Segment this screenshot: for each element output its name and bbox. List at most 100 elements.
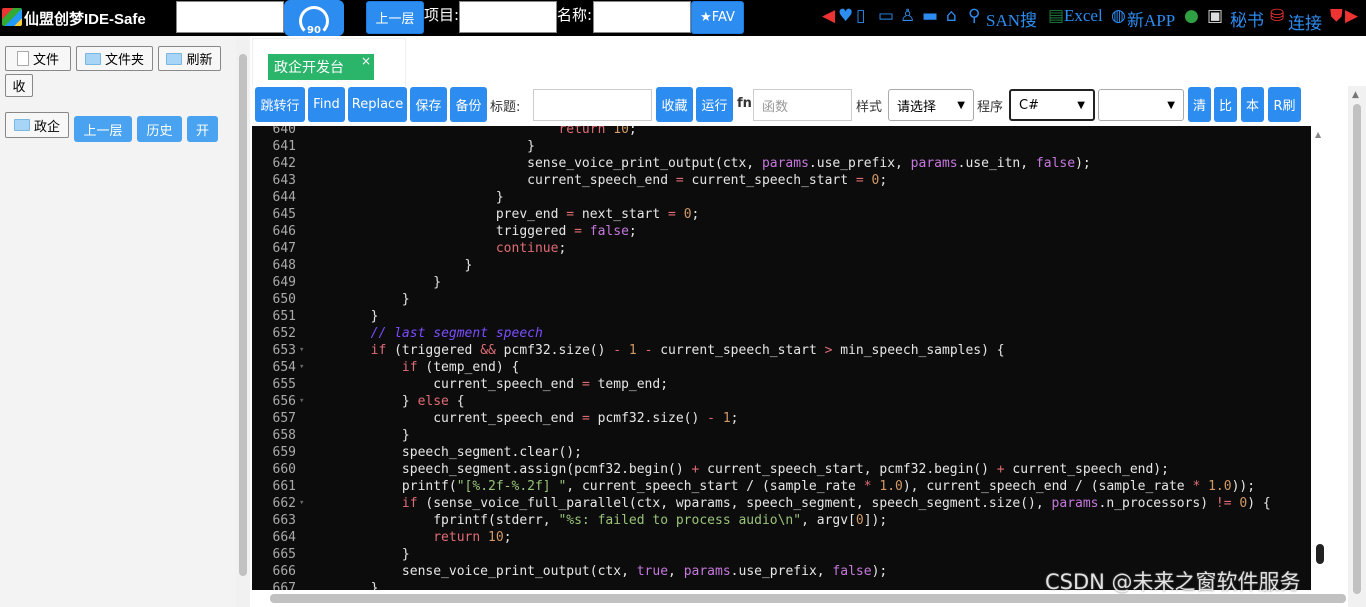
- excel-link[interactable]: Excel: [1064, 6, 1103, 26]
- function-input[interactable]: 函数: [753, 89, 852, 121]
- fav-button[interactable]: ★FAV: [691, 1, 744, 34]
- replace-button[interactable]: Replace: [348, 87, 407, 122]
- code-line[interactable]: 653 ▾ if (triggered && pcmf32.size() - 1 …: [252, 342, 1311, 359]
- code-line[interactable]: 640 return 10;: [252, 126, 1311, 138]
- tab-close-icon[interactable]: ×: [361, 54, 371, 75]
- code-line[interactable]: 659 speech_segment.clear();: [252, 444, 1311, 461]
- left-arrow-icon[interactable]: ◀: [822, 6, 835, 26]
- title-input[interactable]: [533, 89, 652, 121]
- app-logo-icon: [2, 8, 22, 26]
- code-line[interactable]: 658 }: [252, 427, 1311, 444]
- speed-gauge[interactable]: 90: [284, 0, 344, 36]
- code-line[interactable]: 660 speech_segment.assign(pcmf32.begin()…: [252, 461, 1311, 478]
- page-scroll-thumb[interactable]: [1353, 104, 1361, 594]
- connect-link[interactable]: 连接: [1288, 9, 1322, 34]
- top-up-level-button[interactable]: 上一层: [366, 1, 424, 34]
- code-text: current_speech_end = current_speech_star…: [308, 173, 888, 188]
- code-line[interactable]: 656 ▾ } else {: [252, 393, 1311, 410]
- collect-button[interactable]: 收藏: [656, 87, 693, 122]
- right-arrow-icon[interactable]: ▶: [1345, 6, 1358, 26]
- code-line[interactable]: 649 }: [252, 274, 1311, 291]
- new-folder-button[interactable]: 文件夹: [76, 46, 153, 71]
- new-app-link[interactable]: 新APP: [1127, 6, 1175, 31]
- heart-icon[interactable]: ♥: [838, 6, 853, 26]
- code-line[interactable]: 655 current_speech_end = temp_end;: [252, 376, 1311, 393]
- left-panel-scrollbar[interactable]: [236, 36, 250, 607]
- r-refresh-button[interactable]: R刷: [1268, 87, 1301, 122]
- code-line[interactable]: 642 sense_voice_print_output(ctx, params…: [252, 155, 1311, 172]
- fold-arrow-icon[interactable]: ▾: [299, 342, 304, 359]
- fold-arrow-icon[interactable]: ▾: [299, 495, 304, 512]
- style-select[interactable]: 请选择 ▼: [888, 89, 974, 121]
- open-button[interactable]: 开: [187, 116, 218, 142]
- folder-icon[interactable]: ▬: [922, 6, 938, 26]
- backup-button[interactable]: 备份: [450, 87, 487, 122]
- code-line[interactable]: 648 }: [252, 257, 1311, 274]
- editor-scroll-thumb[interactable]: [1316, 544, 1324, 564]
- line-number: 661: [272, 479, 296, 494]
- code-line[interactable]: 647 continue;: [252, 240, 1311, 257]
- code-line[interactable]: 664 return 10;: [252, 529, 1311, 546]
- code-line[interactable]: 654 ▾ if (temp_end) {: [252, 359, 1311, 376]
- left-scroll-thumb[interactable]: [239, 54, 247, 576]
- compare-button[interactable]: 比: [1214, 87, 1237, 122]
- page-scroll-up-icon[interactable]: ▲: [1352, 90, 1359, 100]
- code-line[interactable]: 650 }: [252, 291, 1311, 308]
- excel-icon[interactable]: ▤: [1048, 6, 1064, 26]
- database-icon[interactable]: ⛁: [1270, 6, 1284, 26]
- code-line[interactable]: 657 current_speech_end = pcmf32.size() -…: [252, 410, 1311, 427]
- editor-vertical-scrollbar[interactable]: ▲: [1311, 126, 1329, 590]
- power-icon[interactable]: ⛊: [1330, 6, 1343, 26]
- code-text: }: [308, 547, 410, 562]
- search-icon[interactable]: ⚲: [968, 6, 980, 26]
- program-select[interactable]: C# ▼: [1009, 89, 1095, 121]
- line-number: 650: [272, 292, 296, 307]
- code-text: }: [308, 190, 504, 205]
- code-line[interactable]: 644 }: [252, 189, 1311, 206]
- extra-select[interactable]: ▼: [1098, 89, 1184, 121]
- globe-icon[interactable]: ◍: [1111, 6, 1126, 26]
- clear-button[interactable]: 清: [1188, 87, 1211, 122]
- github-icon[interactable]: ●: [1184, 6, 1199, 26]
- code-line[interactable]: 663 fprintf(stderr, "%s: failed to proce…: [252, 512, 1311, 529]
- code-editor[interactable]: 640 return 10; 641 } 642 sense_voice_print…: [252, 126, 1311, 590]
- tab-zhengqi-dev[interactable]: 政企开发台 ×: [268, 54, 374, 80]
- code-line[interactable]: 662 ▾ if (sense_voice_full_parallel(ctx, …: [252, 495, 1311, 512]
- page-scrollbar[interactable]: ▲: [1348, 86, 1366, 607]
- layout-columns-icon[interactable]: ▯: [856, 6, 865, 26]
- printer-icon[interactable]: ▣: [1207, 6, 1223, 26]
- user-icon[interactable]: ♙: [900, 6, 915, 26]
- fold-arrow-icon[interactable]: ▾: [299, 359, 304, 376]
- code-text: return 10;: [433, 530, 512, 545]
- secretary-link[interactable]: 秘书: [1230, 6, 1264, 31]
- collapse-button[interactable]: 收: [5, 74, 33, 97]
- code-line[interactable]: 645 prev_end = next_start = 0;: [252, 206, 1311, 223]
- local-button[interactable]: 本: [1241, 87, 1264, 122]
- run-button[interactable]: 运行: [696, 87, 733, 122]
- san-search-link[interactable]: SAN搜: [986, 6, 1037, 31]
- fold-arrow-icon[interactable]: ▾: [299, 393, 304, 410]
- top-bar: 仙盟创梦IDE-Safe 90 上一层 项目: 名称: ★FAV ◀ ♥ ▯ ▭…: [0, 0, 1366, 36]
- folder-item-zhengqi[interactable]: 政企: [5, 112, 69, 138]
- code-line[interactable]: 646 triggered = false;: [252, 223, 1311, 240]
- code-line[interactable]: 652 // last segment speech: [252, 325, 1311, 342]
- briefcase-icon[interactable]: ⌂: [946, 6, 957, 26]
- top-search-input[interactable]: [176, 1, 284, 33]
- code-line[interactable]: 641 }: [252, 138, 1311, 155]
- new-file-button[interactable]: 文件: [5, 46, 71, 71]
- line-number: 642: [272, 156, 296, 171]
- save-button[interactable]: 保存: [410, 87, 447, 122]
- code-line[interactable]: 665 }: [252, 546, 1311, 563]
- history-button[interactable]: 历史: [137, 116, 182, 142]
- code-line[interactable]: 651 }: [252, 308, 1311, 325]
- name-input[interactable]: [593, 1, 691, 33]
- find-button[interactable]: Find: [308, 87, 345, 122]
- project-input[interactable]: [459, 1, 557, 33]
- goto-line-button[interactable]: 跳转行: [255, 87, 305, 122]
- layout-bottom-icon[interactable]: ▭: [878, 6, 894, 26]
- scroll-up-icon[interactable]: ▲: [1315, 130, 1321, 139]
- code-line[interactable]: 643 current_speech_end = current_speech_…: [252, 172, 1311, 189]
- code-line[interactable]: 661 printf("[%.2f-%.2f] ", current_speec…: [252, 478, 1311, 495]
- refresh-button[interactable]: 刷新: [158, 46, 221, 71]
- left-up-level-button[interactable]: 上一层: [74, 116, 132, 142]
